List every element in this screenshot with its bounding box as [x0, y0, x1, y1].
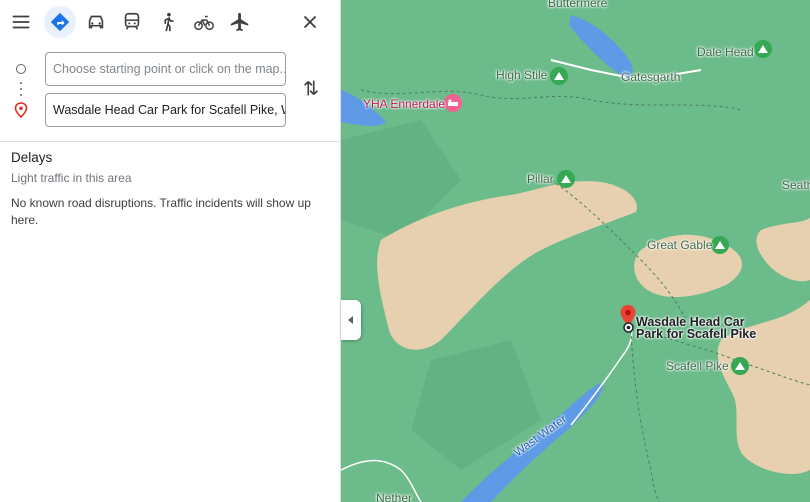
map-terrain: [341, 0, 810, 502]
origin-circle-icon: [16, 64, 26, 74]
chevron-left-icon: [348, 316, 353, 324]
menu-icon: [12, 15, 30, 29]
mode-cycling-button[interactable]: [188, 6, 220, 38]
collapse-panel-button[interactable]: [341, 300, 361, 340]
destination-pin-icon: [14, 102, 28, 118]
train-icon: [124, 12, 140, 30]
map-label-destination[interactable]: Wasdale Head Car Park for Scafell Pike: [636, 316, 761, 341]
peak-icon[interactable]: [557, 170, 575, 188]
map-label-gatesgarth: Gatesgarth: [621, 70, 681, 84]
origin-input[interactable]: Choose starting point or click on the ma…: [45, 52, 286, 86]
map-label-yha-ennerdale: YHA Ennerdale: [363, 97, 446, 111]
peak-icon[interactable]: [754, 40, 772, 58]
route-dot: [20, 94, 22, 96]
map-label-high-stile: High Stile: [496, 68, 548, 82]
map-canvas[interactable]: Buttermere Gatesgarth Dale Head High Sti…: [341, 0, 810, 502]
directions-panel: Choose starting point or click on the ma…: [0, 0, 341, 502]
map-label-seathwaite: Seath: [782, 178, 810, 192]
mode-driving-button[interactable]: [80, 6, 112, 38]
map-label-nether: Nether: [376, 491, 413, 502]
travel-mode-bar: [0, 0, 341, 48]
mode-transit-button[interactable]: [116, 6, 148, 38]
route-dot: [20, 82, 22, 84]
plane-icon: [230, 12, 249, 32]
directions-icon: [50, 12, 70, 32]
walk-icon: [164, 12, 174, 32]
map-label-pillar: Pillar: [527, 172, 554, 186]
route-dot: [20, 88, 22, 90]
bike-icon: [194, 15, 214, 31]
peak-icon[interactable]: [711, 236, 729, 254]
close-button[interactable]: [294, 6, 326, 38]
map-label-great-gable: Great Gable: [647, 238, 713, 252]
delays-subtitle: Light traffic in this area: [11, 171, 132, 185]
mode-best-button[interactable]: [44, 6, 76, 38]
delays-text: No known road disruptions. Traffic incid…: [11, 196, 311, 227]
menu-button[interactable]: [5, 6, 37, 38]
map-label-buttermere: Buttermere: [548, 0, 608, 10]
delays-title: Delays: [11, 150, 53, 165]
divider: [0, 141, 341, 142]
peak-icon[interactable]: [550, 67, 568, 85]
hostel-icon[interactable]: [444, 94, 462, 112]
location-dot-icon: [623, 322, 634, 333]
mode-flights-button[interactable]: [224, 6, 256, 38]
car-icon: [88, 15, 104, 29]
close-icon: [303, 15, 317, 29]
map-label-dale-head: Dale Head: [697, 45, 754, 59]
mode-walking-button[interactable]: [152, 6, 184, 38]
map-label-scafell-pike: Scafell Pike: [666, 359, 729, 373]
destination-input[interactable]: Wasdale Head Car Park for Scafell Pike, …: [45, 93, 286, 127]
swap-icon[interactable]: [300, 77, 322, 99]
peak-icon[interactable]: [731, 357, 749, 375]
